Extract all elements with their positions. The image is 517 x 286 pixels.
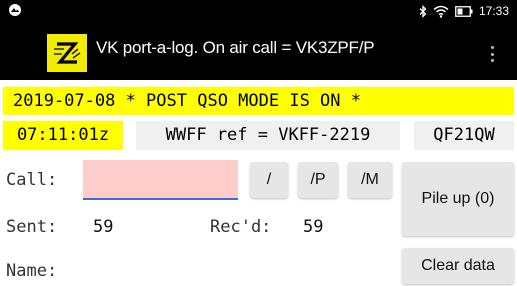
slash-p-button[interactable]: /P (298, 162, 338, 198)
post-qso-banner: 2019-07-08 * POST QSO MODE IS ON * (3, 87, 514, 115)
call-label: Call: (6, 170, 58, 190)
pile-up-button[interactable]: Pile up (0) (402, 162, 514, 236)
status-time: 17:33 (478, 4, 509, 18)
sent-label: Sent: (6, 217, 58, 237)
zpf-logo-icon (47, 34, 87, 72)
status-icons: 17:33 (419, 2, 509, 20)
name-label: Name: (6, 261, 58, 281)
utc-time-display: 07:11:01z (3, 121, 123, 150)
bluetooth-icon (419, 4, 427, 18)
app-title: VK port-a-log. On air call = VK3ZPF/P (96, 38, 375, 57)
status-bar: 17:33 (0, 0, 517, 22)
wifi-icon (433, 5, 449, 18)
slash-m-button[interactable]: /M (348, 162, 392, 198)
clear-data-button[interactable]: Clear data (402, 248, 514, 284)
slash-button[interactable]: / (250, 162, 288, 198)
app-bar: VK port-a-log. On air call = VK3ZPF/P (0, 22, 517, 80)
call-input[interactable] (83, 160, 238, 200)
status-app-icon (8, 3, 24, 19)
recd-value[interactable]: 59 (303, 217, 323, 237)
grid-locator-display[interactable]: QF21QW (414, 121, 514, 150)
battery-icon (455, 5, 473, 17)
overflow-menu-icon[interactable] (491, 46, 495, 62)
sent-value[interactable]: 59 (93, 217, 113, 237)
recd-label: Rec'd: (210, 217, 272, 237)
wwff-ref-display[interactable]: WWFF ref = VKFF-2219 (136, 121, 400, 150)
